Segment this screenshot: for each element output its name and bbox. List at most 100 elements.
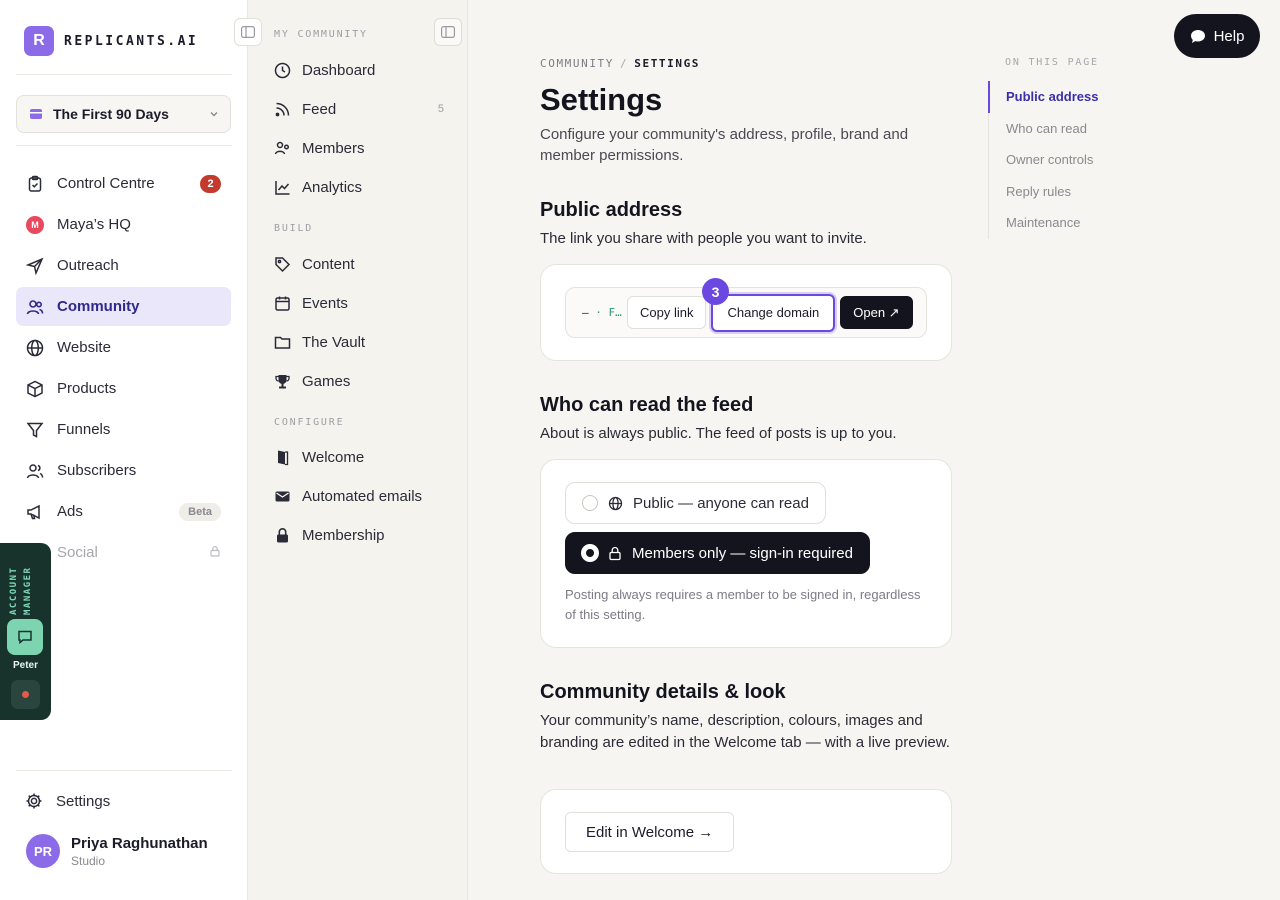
breadcrumb-parent[interactable]: COMMUNITY [540,57,614,70]
account-manager-status[interactable] [11,680,40,709]
account-manager-label: ACCOUNT MANAGER [9,566,33,615]
subnav-item-vault[interactable]: The Vault [274,327,444,357]
public-url-text: — · F… [582,306,622,319]
tag-icon [275,256,291,272]
brand[interactable]: R REPLICANTS.AI [24,26,198,56]
section-desc-public-address: The link you share with people you want … [540,230,867,247]
toc-item-who-can-read[interactable]: Who can read [988,113,1188,145]
subnav-label: Welcome [302,448,365,466]
subnav-label: Feed [302,100,337,118]
nav-item-outreach[interactable]: Outreach [16,246,231,285]
rss-icon [275,102,290,116]
chat-icon [18,630,32,645]
primary-nav: Control Centre 2 M Maya’s HQ Outreach Co… [16,164,231,574]
nav-item-funnels[interactable]: Funnels [16,410,231,449]
nav-item-ads[interactable]: Ads Beta [16,492,231,531]
subnav-section-title: BUILD [274,223,314,234]
mail-icon [275,491,290,501]
feed-count: 5 [437,103,444,115]
user-name: Priya Raghunathan [71,834,208,852]
nav-item-community[interactable]: Community [16,287,231,326]
subnav-section-title: MY COMMUNITY [274,29,368,40]
toc-item-owner-controls[interactable]: Owner controls [988,144,1188,176]
feed-access-card: Public — anyone can read Members only — … [540,459,952,648]
nav-item-mayas-hq[interactable]: M Maya’s HQ [16,205,231,244]
step-badge: 3 [702,278,729,305]
notification-badge: 2 [200,174,221,193]
status-dot-icon [22,691,29,698]
help-button[interactable]: Help [1174,14,1260,58]
workspace-icon [30,109,42,119]
globe-icon [608,496,623,510]
breadcrumb-separator: / [620,57,629,70]
toc-list: Public address Who can read Owner contro… [988,81,1188,239]
radio-button-selected[interactable] [582,545,598,561]
funnel-icon [25,420,45,440]
section-desc-details: Your community’s name, description, colo… [540,712,950,751]
subnav-item-analytics[interactable]: Analytics [274,172,444,202]
subnav-item-content[interactable]: Content [274,249,444,279]
radio-option-members-only[interactable]: Members only — sign-in required [565,532,870,574]
collapse-sidebar-button[interactable] [234,18,262,46]
toc-item-reply-rules[interactable]: Reply rules [988,176,1188,208]
nav-label: Outreach [57,257,119,274]
settings-link[interactable]: Settings [25,792,110,810]
lock-icon [209,544,221,561]
page-title: Settings [540,82,663,117]
toc-item-public-address[interactable]: Public address [988,81,1188,113]
nav-label: Social [57,544,98,561]
subnav-item-members[interactable]: Members [274,133,444,163]
nav-label: Ads [57,503,83,520]
public-url-field[interactable]: — · F… Copy link Change domain Open ↗ [565,287,927,338]
subnav-item-welcome[interactable]: Welcome [274,442,444,472]
subnav-label: Membership [302,526,385,544]
collapse-subnav-button[interactable] [434,18,462,46]
divider [16,770,232,771]
workspace-selector[interactable]: The First 90 Days [16,95,231,133]
edit-in-welcome-button[interactable]: Edit in Welcome → [565,812,735,852]
subnav-item-games[interactable]: Games [274,366,444,396]
nav-item-subscribers[interactable]: Subscribers [16,451,231,490]
user-group-icon [25,461,45,481]
nav-item-control-centre[interactable]: Control Centre 2 [16,164,231,203]
radio-option-public[interactable]: Public — anyone can read [565,482,826,524]
account-manager-chat-button[interactable] [7,619,43,655]
subnav-label: Automated emails [302,487,423,505]
nav-label: Website [57,339,111,356]
send-icon [25,256,45,276]
toc-title: ON THIS PAGE [1005,57,1099,68]
beta-badge: Beta [179,502,221,521]
subnav-item-events[interactable]: Events [274,288,444,318]
nav-item-website[interactable]: Website [16,328,231,367]
nav-label: Community [57,298,140,315]
change-domain-button[interactable]: Change domain [711,293,836,332]
toc-item-maintenance[interactable]: Maintenance [988,207,1188,239]
subnav-item-feed[interactable]: Feed 5 [274,94,444,124]
trophy-icon [275,374,290,388]
user-plan: Studio [71,853,106,868]
nav-label: Funnels [57,421,111,438]
on-this-page-nav: ON THIS PAGE Public address Who can read… [988,57,1188,239]
brand-name: REPLICANTS.AI [64,33,199,49]
subnav-item-automated-emails[interactable]: Automated emails [274,481,444,511]
gear-icon [26,793,42,809]
clock-icon [274,62,291,78]
chat-bubble-icon [1190,29,1205,43]
subnav-item-dashboard[interactable]: Dashboard [274,55,444,85]
copy-link-button[interactable]: Copy link [627,296,707,329]
avatar: PR [26,834,60,868]
subnav-item-membership[interactable]: Membership [274,520,444,550]
brand-logo: R [24,26,54,56]
section-title-public-address: Public address [540,199,683,221]
divider [16,74,232,75]
open-link-button[interactable]: Open ↗ [840,296,913,329]
subnav-label: Events [302,294,348,312]
radio-button[interactable] [582,495,598,511]
maya-avatar-icon: M [26,215,44,234]
breadcrumb-current: SETTINGS [634,57,701,70]
lock-icon [277,527,288,542]
clipboard-icon [25,174,45,194]
nav-item-products[interactable]: Products [16,369,231,408]
sidebar-toggle-icon [441,26,455,38]
user-profile[interactable]: PR Priya Raghunathan Studio [26,834,208,868]
